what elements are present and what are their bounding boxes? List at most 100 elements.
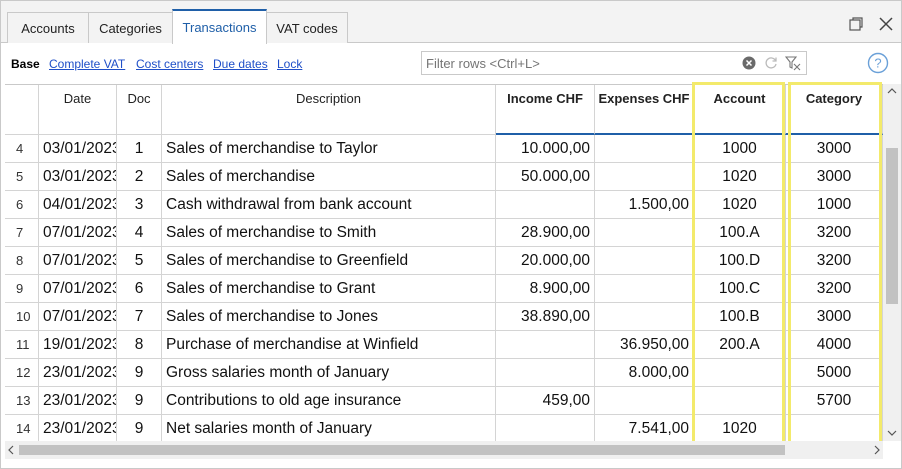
cell-account[interactable]: 1020 <box>694 191 786 219</box>
cell-description[interactable]: Sales of merchandise to Grant <box>162 275 496 303</box>
table-row[interactable]: 4 03/01/2023 1 Sales of merchandise to Tayl… <box>5 135 883 163</box>
scroll-up-icon[interactable] <box>887 88 897 94</box>
cell-income[interactable]: 8.900,00 <box>496 275 595 303</box>
cell-account[interactable]: 100.C <box>694 275 786 303</box>
table-row[interactable]: 11 19/01/2023 8 Purchase of merchandise at … <box>5 331 883 359</box>
cell-doc[interactable]: 8 <box>117 331 162 359</box>
cell-description[interactable]: Sales of merchandise to Greenfield <box>162 247 496 275</box>
cell-date[interactable]: 04/01/2023 <box>39 191 117 219</box>
cell-account[interactable]: 200.A <box>694 331 786 359</box>
cell-date[interactable]: 07/01/2023 <box>39 275 117 303</box>
table-row[interactable]: 5 03/01/2023 2 Sales of merchandise 50.000,0… <box>5 163 883 191</box>
cell-expenses[interactable]: 7.541,00 <box>595 415 694 441</box>
vertical-scrollbar[interactable] <box>883 84 901 441</box>
cell-income[interactable] <box>496 331 595 359</box>
cell-description[interactable]: Gross salaries month of January <box>162 359 496 387</box>
view-cost-centers[interactable]: Cost centers <box>136 57 203 71</box>
cell-account[interactable]: 100.A <box>694 219 786 247</box>
cell-category[interactable]: 3200 <box>786 247 883 275</box>
cell-date[interactable]: 23/01/2023 <box>39 387 117 415</box>
cell-account[interactable] <box>694 359 786 387</box>
cell-description[interactable]: Sales of merchandise to Smith <box>162 219 496 247</box>
cell-date[interactable]: 07/01/2023 <box>39 219 117 247</box>
table-row[interactable]: 13 23/01/2023 9 Contributions to old age in… <box>5 387 883 415</box>
clear-filter-icon[interactable] <box>740 54 758 72</box>
cell-income[interactable]: 50.000,00 <box>496 163 595 191</box>
cell-income[interactable] <box>496 359 595 387</box>
cell-description[interactable]: Sales of merchandise <box>162 163 496 191</box>
tab-accounts[interactable]: Accounts <box>7 12 89 43</box>
cell-date[interactable]: 03/01/2023 <box>39 163 117 191</box>
cell-expenses[interactable]: 1.500,00 <box>595 191 694 219</box>
header-income[interactable]: Income CHF <box>496 85 595 135</box>
table-row[interactable]: 10 07/01/2023 7 Sales of merchandise to Jon… <box>5 303 883 331</box>
cell-account[interactable] <box>694 387 786 415</box>
cell-doc[interactable]: 2 <box>117 163 162 191</box>
cell-category[interactable] <box>786 415 883 441</box>
cell-doc[interactable]: 9 <box>117 415 162 441</box>
cell-expenses[interactable] <box>595 135 694 163</box>
cell-account[interactable]: 100.B <box>694 303 786 331</box>
cell-description[interactable]: Net salaries month of January <box>162 415 496 441</box>
clear-filter-funnel-icon[interactable] <box>784 54 802 72</box>
cell-category[interactable]: 4000 <box>786 331 883 359</box>
cell-doc[interactable]: 1 <box>117 135 162 163</box>
cell-description[interactable]: Cash withdrawal from bank account <box>162 191 496 219</box>
table-row[interactable]: 6 04/01/2023 3 Cash withdrawal from bank ac… <box>5 191 883 219</box>
cell-date[interactable]: 07/01/2023 <box>39 303 117 331</box>
tab-categories[interactable]: Categories <box>88 12 173 43</box>
cell-doc[interactable]: 3 <box>117 191 162 219</box>
cell-income[interactable]: 28.900,00 <box>496 219 595 247</box>
cell-category[interactable]: 5700 <box>786 387 883 415</box>
table-row[interactable]: 12 23/01/2023 9 Gross salaries month of Jan… <box>5 359 883 387</box>
header-date[interactable]: Date <box>39 85 117 135</box>
cell-account[interactable]: 1020 <box>694 415 786 441</box>
close-icon[interactable] <box>879 17 893 36</box>
cell-doc[interactable]: 5 <box>117 247 162 275</box>
cell-account[interactable]: 100.D <box>694 247 786 275</box>
cell-account[interactable]: 1000 <box>694 135 786 163</box>
cell-description[interactable]: Sales of merchandise to Taylor <box>162 135 496 163</box>
cell-expenses[interactable] <box>595 275 694 303</box>
table-row[interactable]: 7 07/01/2023 4 Sales of merchandise to Smit… <box>5 219 883 247</box>
refresh-icon[interactable] <box>762 54 780 72</box>
cell-date[interactable]: 03/01/2023 <box>39 135 117 163</box>
restore-window-icon[interactable] <box>849 17 863 36</box>
header-doc[interactable]: Doc <box>117 85 162 135</box>
cell-doc[interactable]: 7 <box>117 303 162 331</box>
cell-category[interactable]: 1000 <box>786 191 883 219</box>
cell-expenses[interactable] <box>595 247 694 275</box>
view-complete-vat[interactable]: Complete VAT <box>49 57 125 71</box>
view-lock[interactable]: Lock <box>277 57 302 71</box>
cell-expenses[interactable] <box>595 387 694 415</box>
scroll-right-icon[interactable] <box>874 445 880 455</box>
cell-doc[interactable]: 4 <box>117 219 162 247</box>
cell-category[interactable]: 3000 <box>786 135 883 163</box>
cell-expenses[interactable] <box>595 303 694 331</box>
cell-expenses[interactable]: 36.950,00 <box>595 331 694 359</box>
header-account[interactable]: Account <box>694 85 786 135</box>
cell-doc[interactable]: 9 <box>117 359 162 387</box>
view-base[interactable]: Base <box>11 57 40 71</box>
help-icon[interactable]: ? <box>867 52 889 74</box>
cell-date[interactable]: 23/01/2023 <box>39 359 117 387</box>
horizontal-scroll-thumb[interactable] <box>19 445 785 455</box>
cell-income[interactable] <box>496 191 595 219</box>
tab-transactions[interactable]: Transactions <box>172 9 267 44</box>
cell-account[interactable]: 1020 <box>694 163 786 191</box>
cell-description[interactable]: Contributions to old age insurance <box>162 387 496 415</box>
cell-description[interactable]: Purchase of merchandise at Winfield <box>162 331 496 359</box>
cell-category[interactable]: 3200 <box>786 219 883 247</box>
cell-expenses[interactable]: 8.000,00 <box>595 359 694 387</box>
filter-input[interactable] <box>422 52 762 74</box>
cell-doc[interactable]: 6 <box>117 275 162 303</box>
cell-date[interactable]: 07/01/2023 <box>39 247 117 275</box>
header-expenses[interactable]: Expenses CHF <box>595 85 694 135</box>
header-category[interactable]: Category <box>786 85 883 135</box>
table-row[interactable]: 14 23/01/2023 9 Net salaries month of Janua… <box>5 415 883 441</box>
cell-income[interactable] <box>496 415 595 441</box>
cell-category[interactable]: 3000 <box>786 163 883 191</box>
cell-expenses[interactable] <box>595 163 694 191</box>
header-description[interactable]: Description <box>162 85 496 135</box>
scroll-left-icon[interactable] <box>8 445 14 455</box>
